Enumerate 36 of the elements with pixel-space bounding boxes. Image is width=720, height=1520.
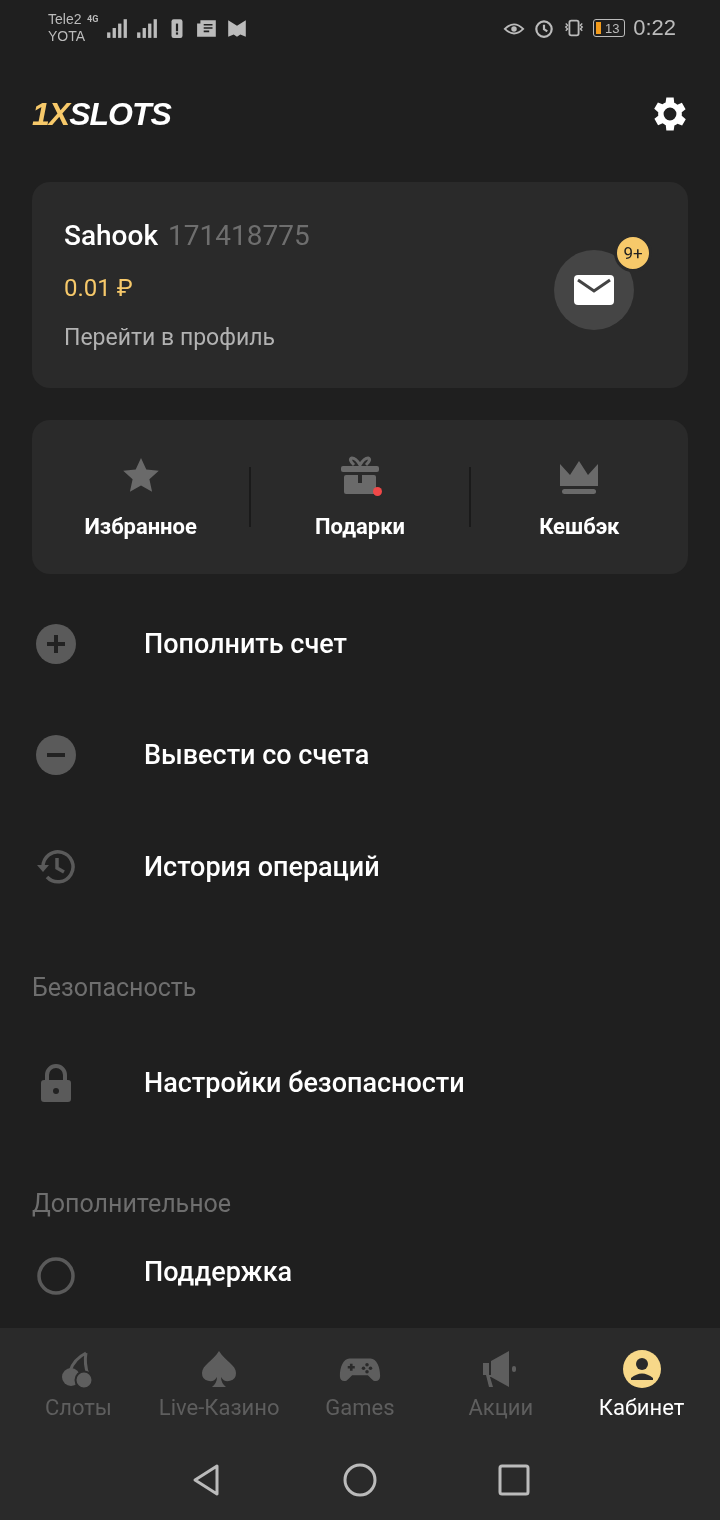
gift-icon	[340, 455, 380, 496]
menu-item[interactable]: Пополнить счет	[32, 588, 688, 700]
user-icon	[620, 1348, 663, 1389]
alarm-icon	[533, 17, 556, 39]
balance: 0.01 ₽	[64, 274, 134, 302]
profile-card[interactable]: Sahook 171418775 0.01 ₽ Перейти в профиль 9+	[32, 182, 688, 388]
vibrate-icon	[563, 17, 586, 39]
menu-item[interactable]: Вывести со счета	[32, 699, 688, 812]
profile-link[interactable]: Перейти в профиль	[64, 324, 554, 351]
plus-icon	[36, 623, 76, 664]
section-title: Безопасность	[32, 971, 198, 1004]
news-icon	[196, 17, 219, 39]
network-type: 4G	[87, 14, 99, 24]
message-count-badge: 9+	[614, 234, 652, 272]
signal-icon	[106, 17, 129, 39]
signal-icon	[136, 17, 159, 39]
battery-indicator: 13	[593, 19, 626, 37]
user-name: Sahook	[64, 219, 158, 252]
app-icon	[226, 17, 249, 39]
home-icon[interactable]	[343, 1463, 377, 1497]
carrier-name: YOTA	[48, 28, 86, 45]
minus-icon	[36, 735, 76, 776]
menu-item[interactable]: Поддержка	[32, 1244, 688, 1328]
clock: 0:22	[633, 15, 676, 41]
menu-item[interactable]: История операций	[32, 811, 688, 923]
menu-item[interactable]: Настройки безопасности	[32, 1027, 688, 1140]
carrier-name: Tele2	[48, 11, 83, 28]
envelope-icon	[574, 275, 614, 305]
section-title: Дополнительное	[32, 1188, 233, 1221]
logo: 1XSLOTS	[32, 95, 171, 133]
quick-action[interactable]: Подарки	[251, 455, 469, 539]
nav-tab[interactable]: Кабинет	[571, 1348, 712, 1420]
quick-action[interactable]: Кешбэк	[470, 455, 688, 539]
recents-icon[interactable]	[497, 1463, 531, 1497]
quick-action[interactable]: Избранное	[32, 455, 250, 539]
account-id: 171418775	[168, 219, 310, 252]
